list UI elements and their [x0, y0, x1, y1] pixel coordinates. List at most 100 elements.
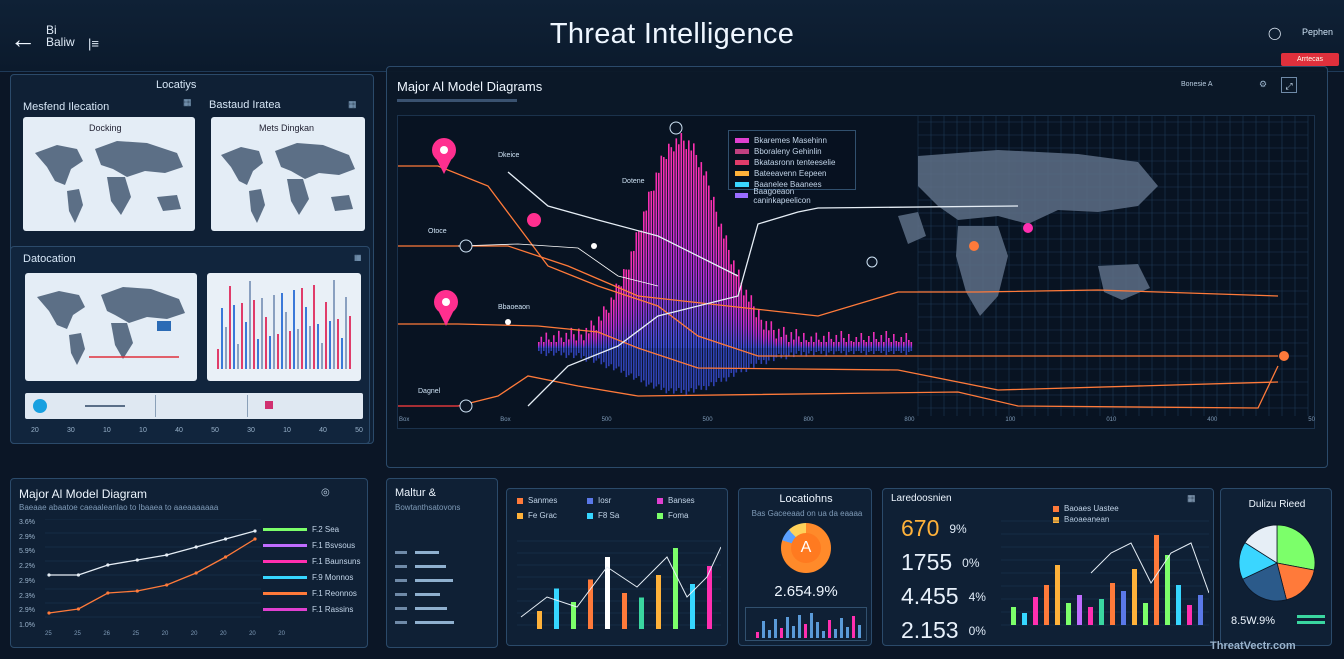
- spectrogram-bar: [755, 317, 758, 348]
- spectrogram-bar: [675, 138, 678, 348]
- dislocation-bar-chart[interactable]: [207, 273, 361, 381]
- spectrogram-bar: [665, 348, 668, 394]
- spectrogram-bar: [588, 333, 590, 348]
- series-point: [253, 537, 257, 541]
- spectrogram-bar: [763, 329, 765, 348]
- spectrogram-bar: [843, 337, 845, 348]
- series-point: [106, 563, 110, 567]
- main-controls-label[interactable]: Bonesie A: [1181, 81, 1213, 88]
- spectrogram-bar: [905, 348, 908, 356]
- spectrogram-bar: [828, 331, 830, 348]
- spectrogram-bar: [773, 329, 775, 348]
- dislocation-expand-icon[interactable]: ▦: [354, 253, 362, 262]
- spectrogram-bar: [550, 348, 553, 351]
- spectrogram-bar: [765, 321, 768, 348]
- panel5-expand-icon[interactable]: ▦: [1187, 493, 1196, 504]
- spectrogram-bar: [743, 295, 745, 348]
- timeline-bar[interactable]: [25, 393, 363, 419]
- spectrogram-bar: [608, 312, 610, 348]
- spectrogram-bar: [895, 348, 898, 352]
- spectrogram-bar: [628, 269, 630, 348]
- bar-mark: [345, 297, 347, 369]
- bar-mark: [846, 627, 849, 638]
- spectrogram-bar: [903, 348, 905, 351]
- legend-swatch: [263, 527, 307, 531]
- pie-chart[interactable]: [1237, 523, 1317, 603]
- spectrogram-bar: [903, 342, 905, 348]
- location-map-card-1[interactable]: Docking: [23, 117, 195, 231]
- location-donut[interactable]: A: [781, 523, 831, 573]
- profile-icon[interactable]: ◯: [1268, 26, 1281, 40]
- spectrogram-bar: [640, 230, 643, 348]
- spectrogram-bar: [615, 348, 618, 369]
- spectrogram-bar: [628, 348, 630, 376]
- alert-badge[interactable]: Arrtecas: [1281, 53, 1339, 66]
- location-map-card-2[interactable]: Mets Dingkan: [211, 117, 365, 231]
- spectrogram-bar: [720, 223, 723, 348]
- spectrogram-bar: [583, 340, 585, 348]
- dislocation-map[interactable]: [25, 273, 197, 381]
- filter-icon[interactable]: ⚙: [1259, 79, 1267, 90]
- legend-item: Sanmes: [517, 495, 587, 506]
- spectrogram-bar: [863, 339, 865, 348]
- panel4-mini-chart[interactable]: [745, 607, 867, 641]
- trend-line: [1090, 542, 1209, 594]
- kpi-row: 4.455 4%: [901, 583, 986, 610]
- spectrogram-bar: [808, 342, 810, 348]
- series-point: [165, 553, 169, 557]
- spectrogram-bar: [678, 348, 680, 388]
- kpi-percent: 0%: [962, 555, 980, 570]
- timeline-play-icon[interactable]: [33, 399, 47, 413]
- bar-mark: [798, 615, 801, 638]
- bar-mark: [337, 319, 339, 369]
- user-name[interactable]: Pephen: [1302, 27, 1333, 37]
- spectrogram-bar: [558, 348, 560, 351]
- spectrogram-bar: [798, 336, 800, 348]
- bar-mark: [690, 584, 695, 629]
- series-line: [49, 530, 256, 576]
- legend-item: Bkatasronn tenteeselie: [735, 157, 849, 168]
- spectrogram-bar: [848, 333, 850, 348]
- spectrogram-bar: [883, 348, 885, 351]
- spectrogram-bar: [795, 348, 798, 354]
- bar-mark: [309, 326, 311, 369]
- card2-expand-icon[interactable]: ▦: [348, 99, 357, 110]
- panel4-kpi-value: 2.654.9%: [774, 583, 838, 600]
- spectrogram-bar: [645, 210, 648, 348]
- legend-item: Bateeavenn Eepeen: [735, 168, 849, 179]
- series-point: [135, 558, 139, 562]
- spectrogram-bar: [873, 331, 875, 348]
- bar-mark: [554, 588, 559, 629]
- page-title: Threat Intelligence: [549, 18, 795, 50]
- spectrogram-bar: [590, 348, 593, 358]
- series-point: [165, 583, 169, 587]
- diagram-x-ticks: Box Box 500 500 800 800 100 010 400 50: [399, 417, 1315, 423]
- panel6-title: Dulizu Rieed: [1248, 499, 1306, 510]
- expand-icon[interactable]: ▦: [183, 97, 192, 108]
- spectrogram-bar: [855, 336, 858, 348]
- bar-mark: [1110, 583, 1115, 625]
- card2-title: Bastaud Iratea: [209, 99, 281, 111]
- panel1-settings-icon[interactable]: ◎: [321, 487, 330, 498]
- node-icon: [459, 121, 1289, 413]
- main-diagram-canvas[interactable]: Dkeice Otoce Dotene Bbaoeaon Dagnel Bkar…: [397, 115, 1315, 429]
- timeline-divider: [155, 395, 156, 417]
- bar-mark: [237, 344, 239, 369]
- legend-item: F8 Sa: [587, 510, 657, 521]
- bar-mark: [333, 280, 335, 369]
- spectrogram-bar: [715, 211, 718, 348]
- spectrogram-bar: [780, 348, 783, 359]
- spectrogram-bar: [750, 348, 753, 364]
- location-pin-icon: [432, 138, 456, 174]
- legend-item: Baagoeaon caninkapeelicon: [735, 187, 849, 205]
- spectrogram-bar: [698, 167, 700, 348]
- location-pin-icon: [434, 290, 458, 326]
- x-tick-label: 26: [103, 631, 110, 637]
- spectrogram-bar: [593, 325, 595, 348]
- fullscreen-icon[interactable]: ⤢: [1281, 77, 1297, 93]
- node-label: Bbaoeaon: [498, 304, 530, 311]
- bar-mark: [786, 617, 789, 638]
- spectrogram-bar: [783, 348, 785, 355]
- spectrogram-bar: [713, 348, 715, 387]
- spectrogram-bar: [873, 348, 875, 355]
